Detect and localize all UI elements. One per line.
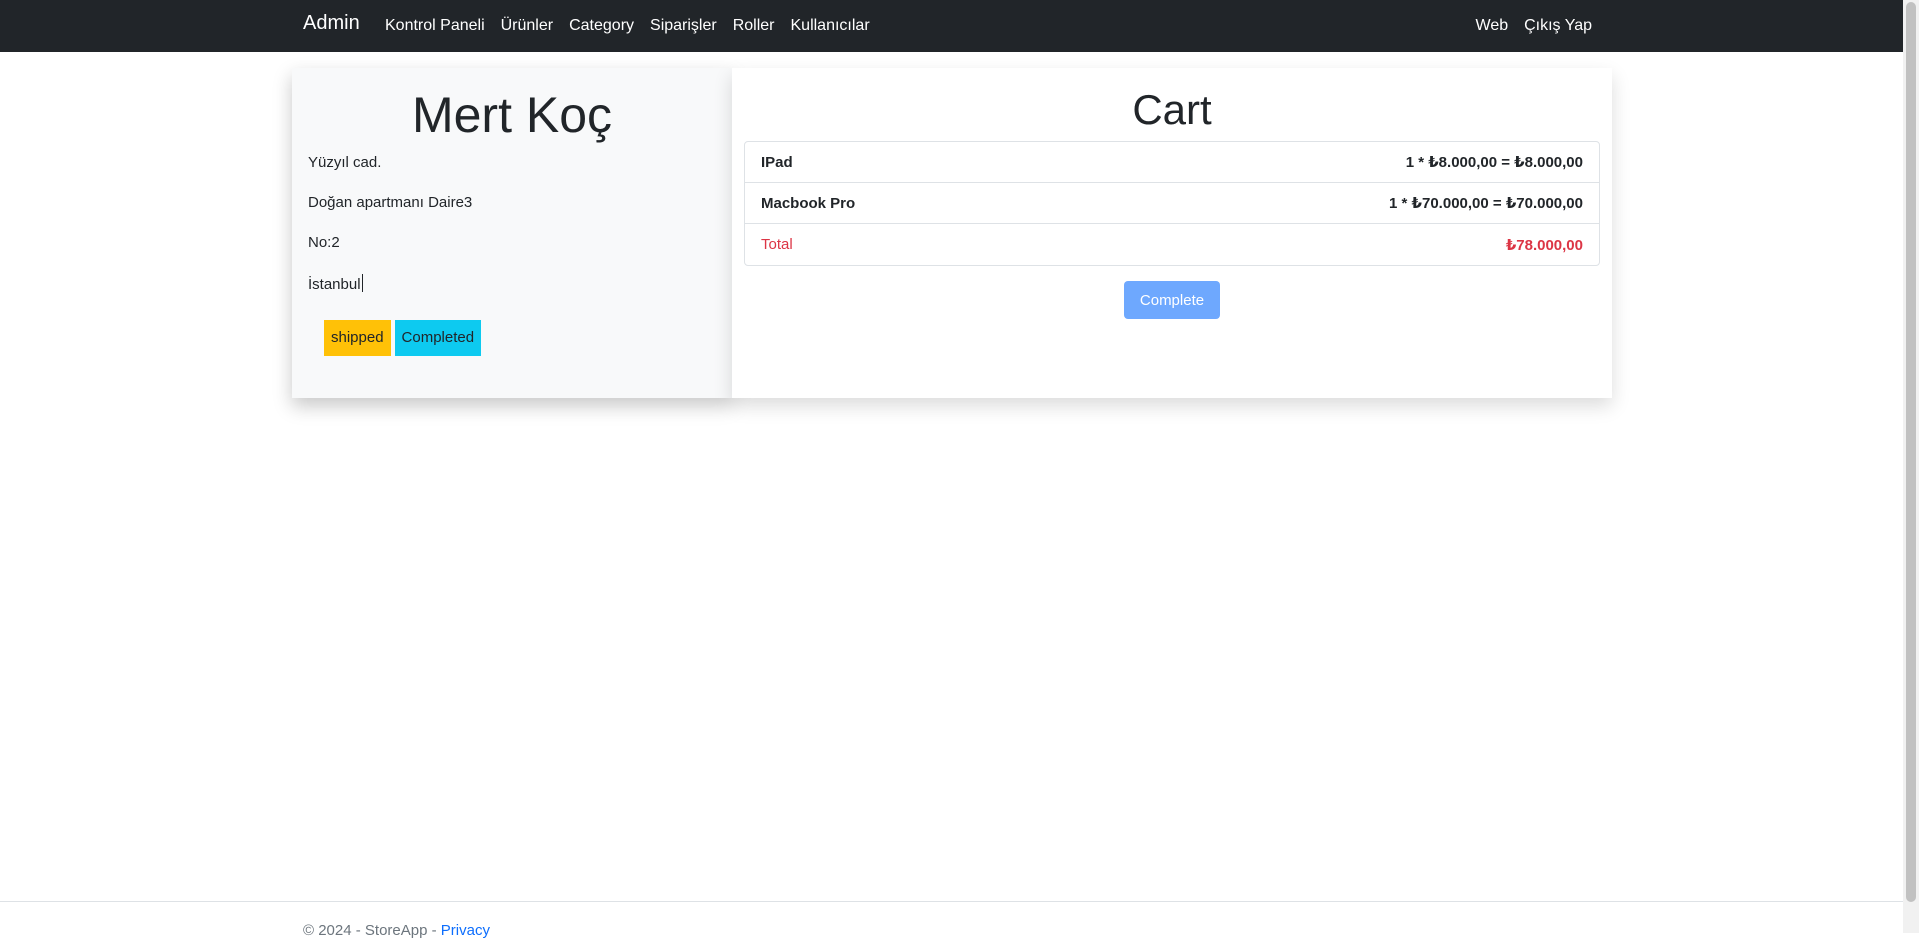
customer-card: Mert Koç Yüzyıl cad. Doğan apartmanı Dai… [292, 68, 732, 398]
nav-right-menu: Web Çıkış Yap [1476, 0, 1593, 52]
nav-link-roller[interactable]: Roller [733, 17, 775, 35]
address-line-4: İstanbul [308, 274, 363, 293]
shipped-status-badge[interactable]: shipped [324, 320, 391, 356]
nav-left-menu: Kontrol Paneli Ürünler Category Siparişl… [385, 0, 886, 52]
nav-link-category[interactable]: Category [569, 17, 634, 35]
text-caret [361, 274, 363, 292]
cart-item-name: Macbook Pro [761, 194, 856, 212]
cart-item-row: Macbook Pro 1 * ₺70.000,00 = ₺70.000,00 [745, 183, 1599, 224]
nav-link-urunler[interactable]: Ürünler [501, 17, 553, 35]
cart-item-price: 1 * ₺70.000,00 = ₺70.000,00 [1389, 195, 1583, 212]
complete-button[interactable]: Complete [1124, 281, 1220, 319]
address-line-4-text: İstanbul [308, 276, 361, 293]
cart-total-label: Total [761, 236, 793, 253]
cart-list: IPad 1 * ₺8.000,00 = ₺8.000,00 Macbook P… [744, 141, 1600, 266]
cart-item-row: IPad 1 * ₺8.000,00 = ₺8.000,00 [745, 142, 1599, 183]
nav-link-web[interactable]: Web [1476, 17, 1509, 35]
order-status-row: shipped Completed [324, 320, 485, 356]
cart-item-name: IPad [761, 153, 793, 171]
cart-card: Cart IPad 1 * ₺8.000,00 = ₺8.000,00 Macb… [732, 68, 1612, 398]
cart-total-row: Total ₺78.000,00 [745, 224, 1599, 265]
nav-link-kullanicilar[interactable]: Kullanıcılar [791, 17, 870, 35]
page-footer: © 2024 - StoreApp - Privacy [0, 901, 1903, 939]
cart-total-value: ₺78.000,00 [1505, 236, 1583, 254]
brand-link[interactable]: Admin [303, 12, 360, 35]
completed-status-badge[interactable]: Completed [394, 320, 482, 356]
nav-link-kontrol-paneli[interactable]: Kontrol Paneli [385, 17, 485, 35]
nav-link-siparisler[interactable]: Siparişler [650, 17, 717, 35]
top-navbar: Admin Kontrol Paneli Ürünler Category Si… [0, 0, 1903, 52]
cart-item-price: 1 * ₺8.000,00 = ₺8.000,00 [1405, 154, 1583, 171]
footer-text: © 2024 - StoreApp - Privacy [303, 922, 490, 939]
customer-name: Mert Koç [411, 87, 613, 143]
address-line-2: Doğan apartmanı Daire3 [308, 194, 473, 211]
address-line-1: Yüzyıl cad. [308, 154, 382, 171]
scrollbar-thumb[interactable] [1906, 2, 1916, 902]
footer-copyright: © 2024 - StoreApp - [303, 922, 441, 939]
nav-link-logout[interactable]: Çıkış Yap [1524, 17, 1592, 35]
address-line-3: No:2 [308, 234, 340, 251]
privacy-link[interactable]: Privacy [441, 922, 490, 939]
cart-title: Cart [1132, 86, 1212, 133]
vertical-scrollbar[interactable] [1903, 0, 1919, 933]
